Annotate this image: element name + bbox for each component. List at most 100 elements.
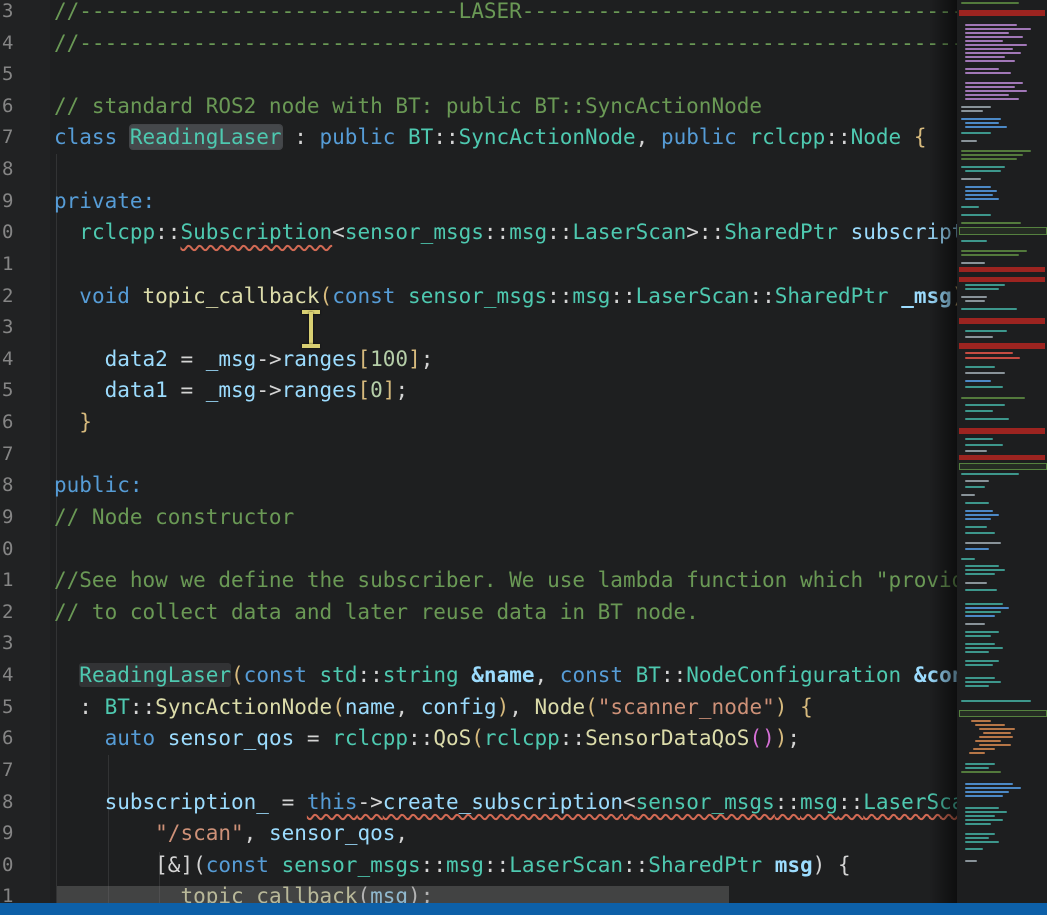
line-number: 9 <box>2 818 18 850</box>
code-token: const <box>560 663 636 687</box>
code-line[interactable]: subscription_ = this->create_subscriptio… <box>54 787 957 819</box>
code-line[interactable]: private: <box>54 186 155 218</box>
code-token: _msg <box>206 378 257 402</box>
minimap-line <box>979 728 1015 730</box>
minimap-region-band <box>959 710 1047 717</box>
minimap-line <box>965 607 1009 609</box>
code-token: string <box>383 663 472 687</box>
code-token: msg <box>572 284 610 308</box>
minimap-line <box>961 132 991 134</box>
code-token: msg <box>446 853 484 877</box>
code-line[interactable]: data2 = _msg->ranges[100]; <box>54 344 433 376</box>
code-token: LaserScan <box>572 220 686 244</box>
minimap-error-band <box>959 455 1045 460</box>
minimap-line <box>965 615 995 617</box>
minimap[interactable] <box>957 0 1047 915</box>
code-line[interactable]: data1 = _msg->ranges[0]; <box>54 375 408 407</box>
minimap-line <box>961 214 991 216</box>
minimap-line <box>961 158 1017 160</box>
code-line[interactable]: [&](const sensor_msgs::msg::LaserScan::S… <box>54 850 851 882</box>
code-token: "/scan" <box>155 821 244 845</box>
code-token: :: <box>610 284 635 308</box>
code-line[interactable]: public: <box>54 470 143 502</box>
minimap-line <box>965 848 983 850</box>
code-line[interactable]: "/scan", sensor_qos, <box>54 818 408 850</box>
code-token: :: <box>699 220 724 244</box>
minimap-line <box>961 150 1031 152</box>
minimap-line <box>965 450 987 452</box>
code-token <box>54 821 155 845</box>
code-token: ReadingLaser <box>130 125 282 149</box>
code-token: [&]( <box>155 853 206 877</box>
minimap-line <box>965 763 995 765</box>
code-token: [ <box>357 378 370 402</box>
code-line[interactable]: //See how we define the subscriber. We u… <box>54 565 957 597</box>
code-line[interactable]: rclcpp::Subscription<sensor_msgs::msg::L… <box>54 217 957 249</box>
code-token-error: < <box>623 790 636 814</box>
code-token: void <box>79 284 142 308</box>
minimap-line <box>961 494 975 496</box>
code-token: sensor_msgs <box>408 284 547 308</box>
minimap-line <box>961 222 1021 224</box>
minimap-line <box>961 473 1019 475</box>
code-token: rclcpp <box>484 726 560 750</box>
minimap-line <box>965 631 999 633</box>
code-line[interactable]: auto sensor_qos = rclcpp::QoS(rclcpp::Se… <box>54 723 800 755</box>
line-number: 0 <box>2 534 18 566</box>
minimap-line <box>961 166 1005 168</box>
code-line[interactable]: ReadingLaser(const std::string &name, co… <box>54 660 957 692</box>
code-token <box>54 726 105 750</box>
code-line[interactable]: : BT::SyncActionNode(name, config), Node… <box>54 692 813 724</box>
minimap-line <box>965 366 995 368</box>
code-line[interactable]: // standard ROS2 node with BT: public BT… <box>54 91 762 123</box>
code-token <box>54 220 79 244</box>
code-token <box>54 347 105 371</box>
minimap-line <box>965 651 989 653</box>
minimap-line <box>965 300 985 302</box>
line-number: 5 <box>2 375 18 407</box>
text-cursor-ibeam-icon <box>302 310 320 348</box>
minimap-line <box>965 514 999 516</box>
minimap-line <box>965 40 1003 42</box>
minimap-line <box>975 724 1005 726</box>
minimap-line <box>965 582 987 584</box>
status-bar[interactable] <box>0 903 1047 915</box>
minimap-line <box>965 819 1003 821</box>
code-token: : <box>54 695 105 719</box>
minimap-line <box>965 787 1021 789</box>
editor-content-area[interactable]: //------------------------------LASER---… <box>0 0 957 915</box>
minimap-line <box>965 767 989 769</box>
minimap-line <box>965 795 1003 797</box>
minimap-line <box>965 410 993 412</box>
minimap-line <box>965 48 1013 50</box>
line-number: 1 <box>2 565 18 597</box>
line-number: 4 <box>2 660 18 692</box>
minimap-region-band <box>959 227 1047 235</box>
code-line[interactable]: // to collect data and later reuse data … <box>54 597 699 629</box>
minimap-line <box>965 357 1020 359</box>
code-line[interactable]: // Node constructor <box>54 502 294 534</box>
code-token: = <box>180 347 205 371</box>
minimap-line <box>965 24 1017 26</box>
minimap-line <box>961 140 977 142</box>
code-line[interactable]: class ReadingLaser : public BT::SyncActi… <box>54 122 926 154</box>
code-editor-window: //------------------------------LASER---… <box>0 0 1047 915</box>
code-line[interactable]: //------------------------------LASER---… <box>54 0 957 28</box>
minimap-line <box>965 569 1005 571</box>
code-token: BT <box>408 125 433 149</box>
code-token: public <box>661 125 750 149</box>
code-token: ) <box>775 695 788 719</box>
line-number: 6 <box>2 91 18 123</box>
horizontal-scrollbar-thumb[interactable] <box>57 886 729 903</box>
code-line[interactable]: //--------------------------------------… <box>54 28 957 60</box>
code-line[interactable]: } <box>54 407 92 439</box>
minimap-line <box>965 823 991 825</box>
minimap-line <box>965 635 991 637</box>
line-number: 5 <box>2 59 18 91</box>
code-token: ranges <box>282 347 358 371</box>
minimap-line <box>961 558 975 560</box>
code-line[interactable]: void topic_callback(const sensor_msgs::m… <box>54 281 957 313</box>
minimap-line <box>965 518 991 520</box>
code-token: :: <box>484 853 509 877</box>
minimap-line <box>965 438 993 440</box>
